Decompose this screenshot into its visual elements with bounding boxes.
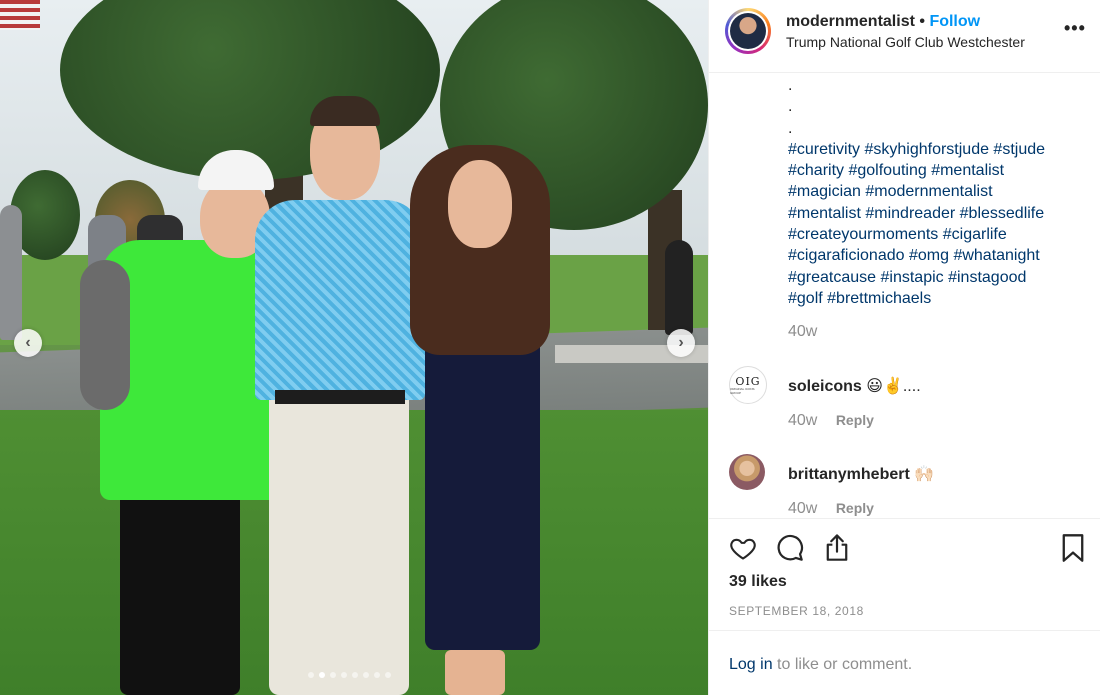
- comment-username[interactable]: soleicons: [788, 378, 862, 395]
- post-location[interactable]: Trump National Golf Club Westchester: [786, 34, 1025, 50]
- hashtag-line[interactable]: #golf #brettmichaels: [788, 288, 1088, 309]
- caption-dot: .: [788, 77, 793, 94]
- post-header: modernmentalist • Follow Trump National …: [709, 0, 1100, 73]
- commenter-avatar[interactable]: [729, 454, 765, 490]
- comment-text: 🙌🏻: [909, 466, 935, 483]
- reply-button[interactable]: Reply: [836, 412, 874, 428]
- carousel-dot: [341, 672, 347, 678]
- comment-username[interactable]: brittanymhebert: [788, 466, 910, 483]
- comment-timestamp[interactable]: 40w: [788, 500, 817, 517]
- hashtag-line[interactable]: #curetivity #skyhighforstjude #stjude: [788, 139, 1088, 160]
- carousel-dot: [319, 672, 325, 678]
- hashtag-line[interactable]: #greatcause #instapic #instagood: [788, 267, 1088, 288]
- hashtag-line[interactable]: #cigaraficionado #omg #whatanight: [788, 245, 1088, 266]
- person-right: [400, 145, 565, 695]
- post-photo[interactable]: ‹ ›: [0, 0, 708, 695]
- heart-icon[interactable]: [728, 534, 758, 562]
- bg-person: [0, 205, 22, 340]
- follow-button[interactable]: Follow: [929, 13, 980, 30]
- comment-timestamp[interactable]: 40w: [788, 412, 817, 429]
- share-icon[interactable]: [823, 532, 851, 562]
- login-prompt-text: to like or comment.: [772, 656, 913, 673]
- reply-button[interactable]: Reply: [836, 500, 874, 516]
- carousel-dot: [330, 672, 336, 678]
- flag: [0, 0, 40, 30]
- comment-icon[interactable]: [776, 534, 804, 562]
- bg-person: [665, 240, 693, 335]
- caption-dot: .: [788, 98, 793, 116]
- carousel-dot: [352, 672, 358, 678]
- login-link[interactable]: Log in: [729, 656, 773, 673]
- actions-divider: [709, 518, 1100, 519]
- comment-text: 😃✌️....: [861, 378, 921, 395]
- author-username[interactable]: modernmentalist: [786, 13, 915, 30]
- carousel-dot: [385, 672, 391, 678]
- hashtag-line[interactable]: #charity #golfouting #mentalist: [788, 160, 1088, 181]
- carousel-dot: [308, 672, 314, 678]
- carousel-indicator: [308, 672, 391, 678]
- likes-count[interactable]: 39 likes: [729, 573, 787, 591]
- carousel-dot: [363, 672, 369, 678]
- hashtag-line[interactable]: #magician #modernmentalist: [788, 181, 1088, 202]
- separator: •: [919, 13, 925, 30]
- carousel-dot: [374, 672, 380, 678]
- post-date[interactable]: SEPTEMBER 18, 2018: [729, 604, 864, 618]
- carousel-prev-button[interactable]: ‹: [14, 329, 42, 357]
- login-prompt: Log in to like or comment.: [729, 656, 912, 674]
- person-left: [80, 150, 280, 695]
- carousel-next-button[interactable]: ›: [667, 329, 695, 357]
- more-options-icon[interactable]: •••: [1064, 18, 1086, 39]
- author-line: modernmentalist • Follow: [786, 13, 980, 31]
- caption-dot: .: [788, 119, 793, 137]
- post-caption: . . . #curetivity #skyhighforstjude #stj…: [788, 75, 1088, 309]
- post-panel: modernmentalist • Follow Trump National …: [708, 0, 1100, 695]
- login-divider: [709, 630, 1100, 631]
- bookmark-icon[interactable]: [1061, 533, 1085, 563]
- author-avatar[interactable]: [725, 8, 771, 54]
- avatar-logo-text: OIG: [735, 374, 761, 388]
- commenter-avatar[interactable]: OIG ORIGINAL ICONS GROUP: [729, 366, 767, 404]
- hashtag-line[interactable]: #mentalist #mindreader #blessedlife: [788, 203, 1088, 224]
- caption-timestamp[interactable]: 40w: [788, 323, 817, 341]
- hashtag-line[interactable]: #createyourmoments #cigarlife: [788, 224, 1088, 245]
- avatar-logo-subtext: ORIGINAL ICONS GROUP: [730, 386, 755, 395]
